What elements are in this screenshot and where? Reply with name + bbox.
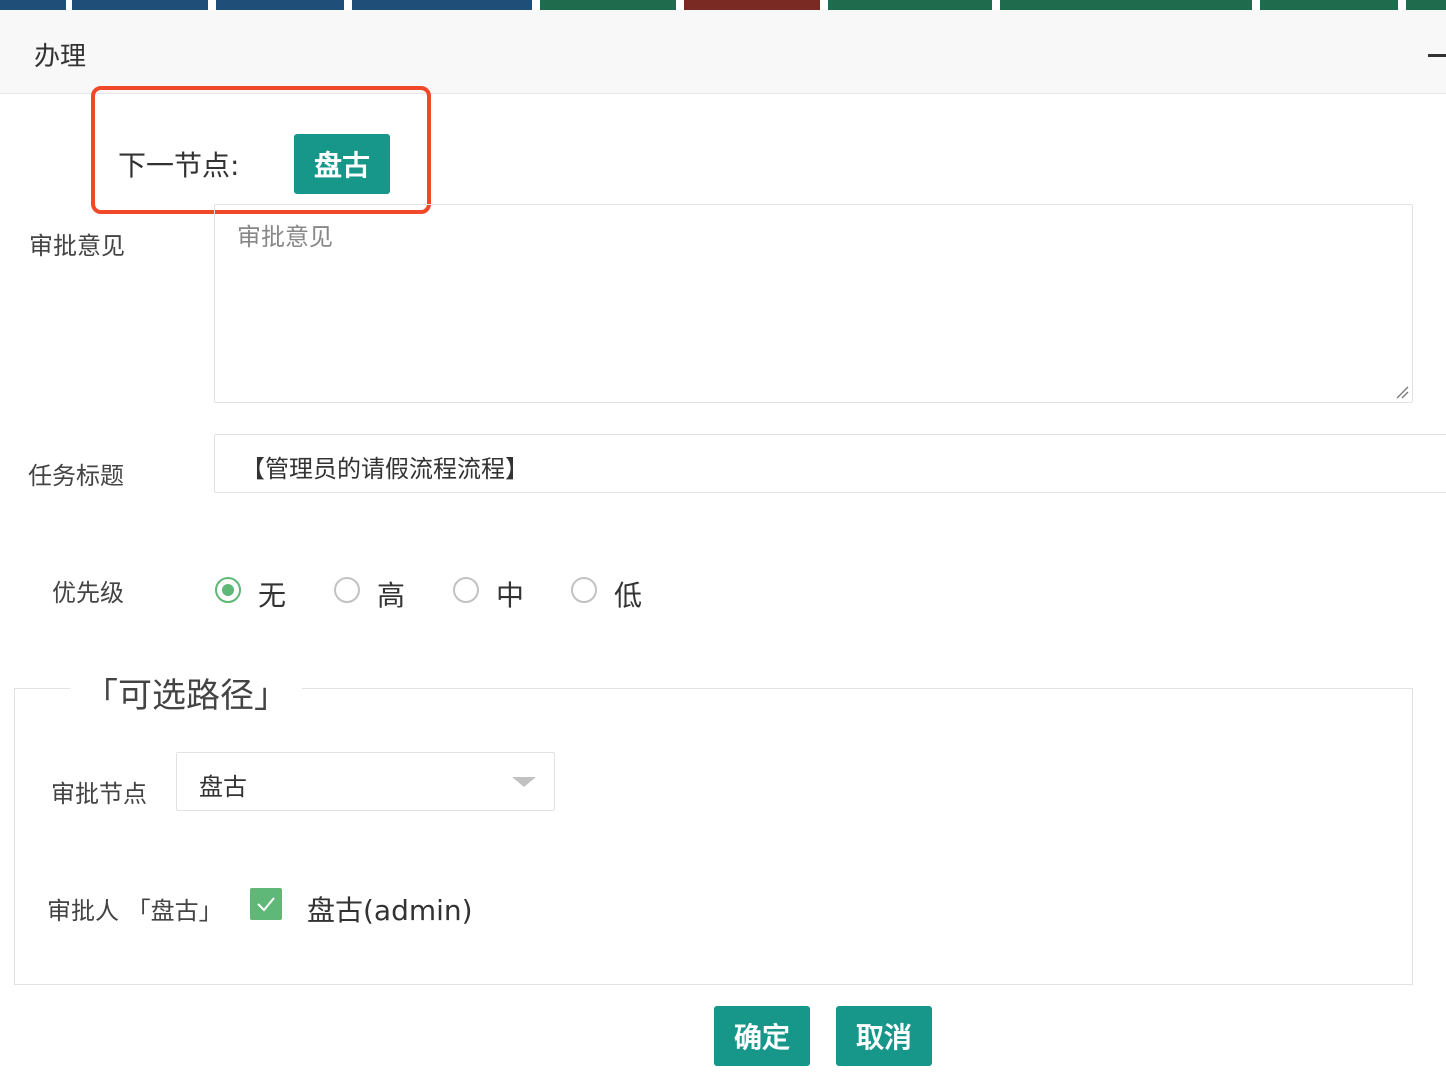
opinion-label: 审批意见 [29,232,125,260]
task-title-label: 任务标题 [28,462,124,490]
opinion-placeholder: 审批意见 [237,223,333,251]
top-tab[interactable] [216,0,344,10]
top-tab[interactable] [0,0,66,10]
checkmark-icon [257,897,275,912]
approval-node-select[interactable]: 盘古 [176,752,555,811]
next-node-button[interactable]: 盘古 [294,134,390,194]
top-tab[interactable] [1406,0,1446,10]
top-tab[interactable] [72,0,208,10]
top-tab[interactable] [540,0,676,10]
task-title-value: 【管理员的请假流程流程】 [241,455,529,483]
approval-node-label: 审批节点 [51,780,147,808]
top-tab[interactable] [1260,0,1398,10]
priority-option-label[interactable]: 无 [258,574,286,614]
top-tab[interactable] [828,0,992,10]
approver-checkbox[interactable] [250,888,282,920]
top-tab[interactable] [1000,0,1252,10]
next-node-label: 下一节点: [118,149,240,182]
priority-option-label[interactable]: 低 [614,574,642,614]
priority-option-label[interactable]: 高 [377,574,405,614]
approval-node-value: 盘古 [199,773,247,801]
task-title-input[interactable]: 【管理员的请假流程流程】 [214,434,1446,493]
dialog-title: 办理 [34,42,87,72]
cancel-button[interactable]: 取消 [836,1006,932,1066]
priority-radio-low[interactable] [571,577,597,603]
priority-option-label[interactable]: 中 [496,574,524,614]
approver-option-label[interactable]: 盘古(admin) [307,889,473,929]
approver-label: 审批人 「盘古」 [47,897,223,925]
top-tab[interactable] [352,0,532,10]
optional-path-legend: 「可选路径」 [70,668,302,717]
top-tab-strip [0,0,1446,10]
priority-radio-high[interactable] [334,577,360,603]
opinion-textarea[interactable]: 审批意见 [214,204,1413,403]
priority-radio-none[interactable] [215,577,241,603]
dialog-header: 办理 [0,10,1446,94]
minimize-icon[interactable] [1428,54,1446,57]
resize-grip-icon[interactable] [1395,385,1409,399]
priority-radio-medium[interactable] [453,577,479,603]
optional-path-fieldset [14,688,1413,985]
priority-label: 优先级 [52,579,124,607]
top-tab[interactable] [684,0,820,10]
confirm-button[interactable]: 确定 [714,1006,810,1066]
chevron-down-icon [512,777,536,787]
